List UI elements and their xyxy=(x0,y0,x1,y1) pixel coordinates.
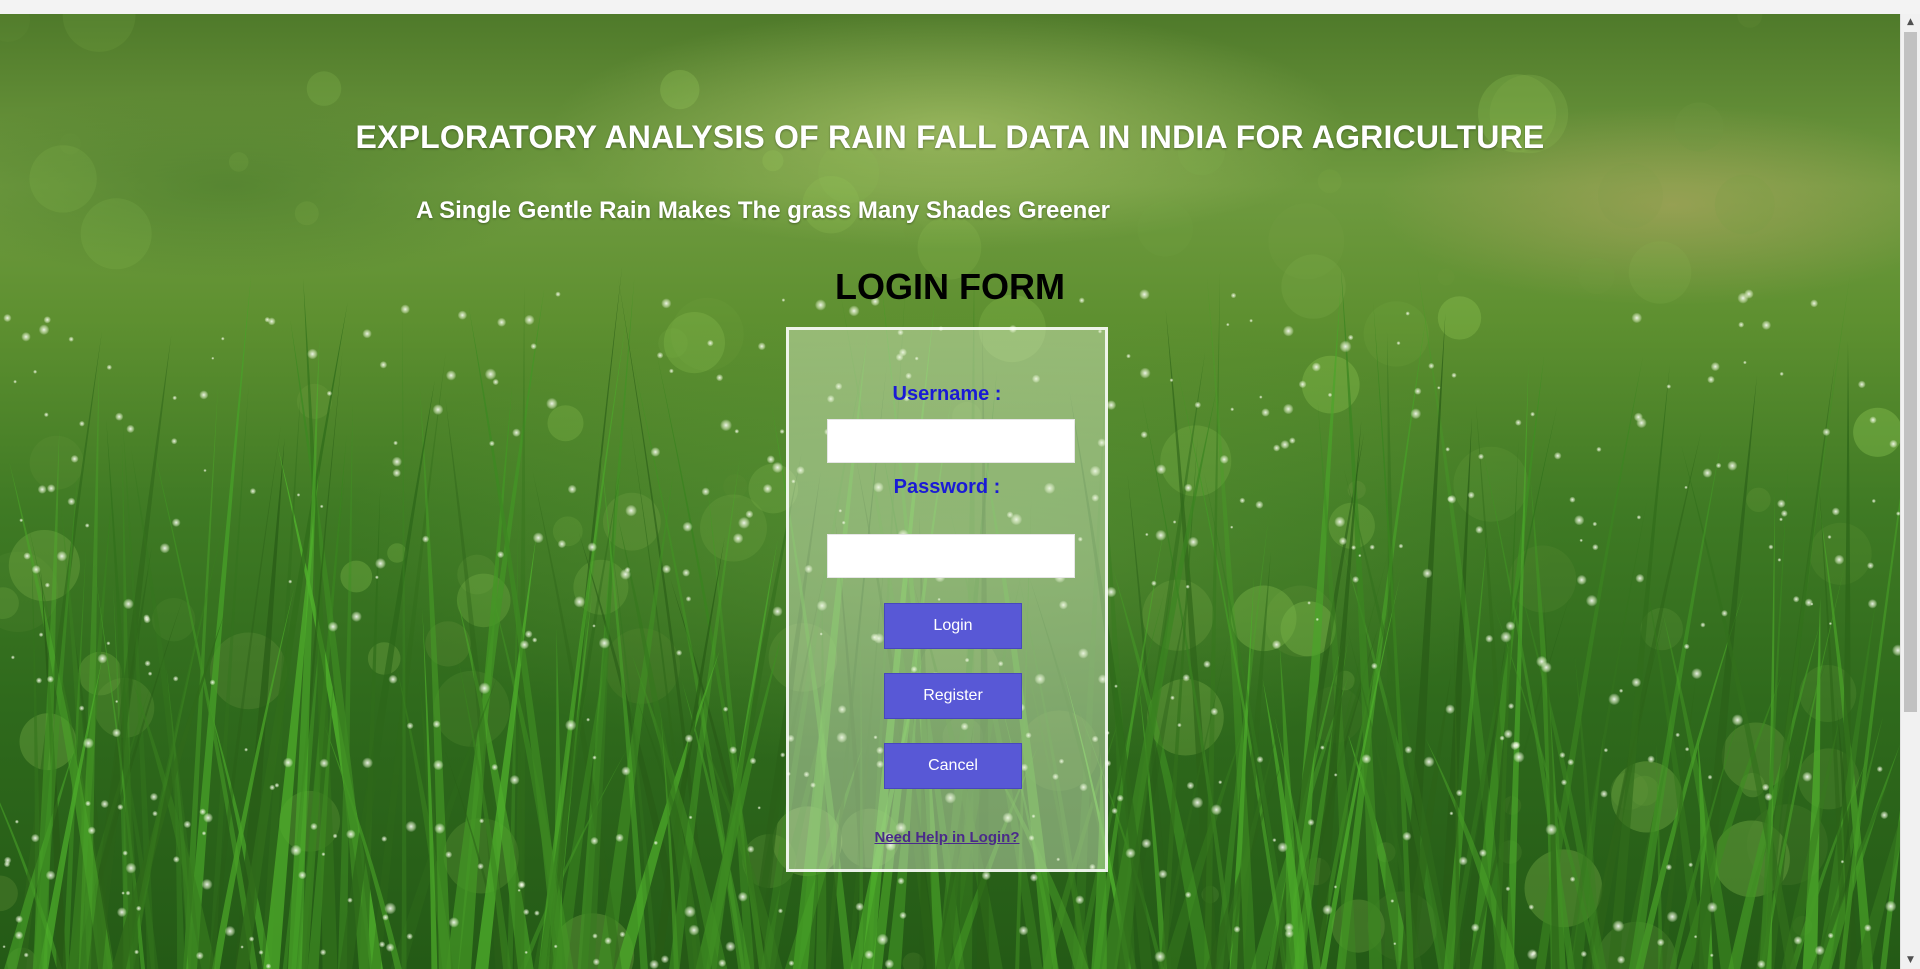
password-input[interactable] xyxy=(827,534,1075,578)
cancel-button[interactable]: Cancel xyxy=(884,743,1022,789)
chevron-down-icon[interactable]: ▼ xyxy=(1901,952,1920,969)
need-help-link[interactable]: Need Help in Login? xyxy=(789,829,1105,846)
page-viewport: EXPLORATORY ANALYSIS OF RAIN FALL DATA I… xyxy=(0,14,1900,969)
password-label: Password : xyxy=(893,476,1001,498)
chevron-up-icon[interactable]: ▲ xyxy=(1901,14,1920,31)
page-title: EXPLORATORY ANALYSIS OF RAIN FALL DATA I… xyxy=(355,119,1545,155)
vertical-scrollbar[interactable]: ▲ ▼ xyxy=(1900,14,1920,969)
login-button[interactable]: Login xyxy=(884,603,1022,649)
username-label: Username : xyxy=(892,383,1002,405)
browser-top-strip xyxy=(0,0,1920,15)
username-input[interactable] xyxy=(827,419,1075,463)
page-tagline: A Single Gentle Rain Makes The grass Man… xyxy=(416,197,1111,224)
register-button[interactable]: Register xyxy=(884,673,1022,719)
scrollbar-thumb[interactable] xyxy=(1904,32,1917,712)
login-form-heading: LOGIN FORM xyxy=(835,266,1065,307)
login-panel: Username : Password : Login Register Can… xyxy=(786,327,1108,872)
